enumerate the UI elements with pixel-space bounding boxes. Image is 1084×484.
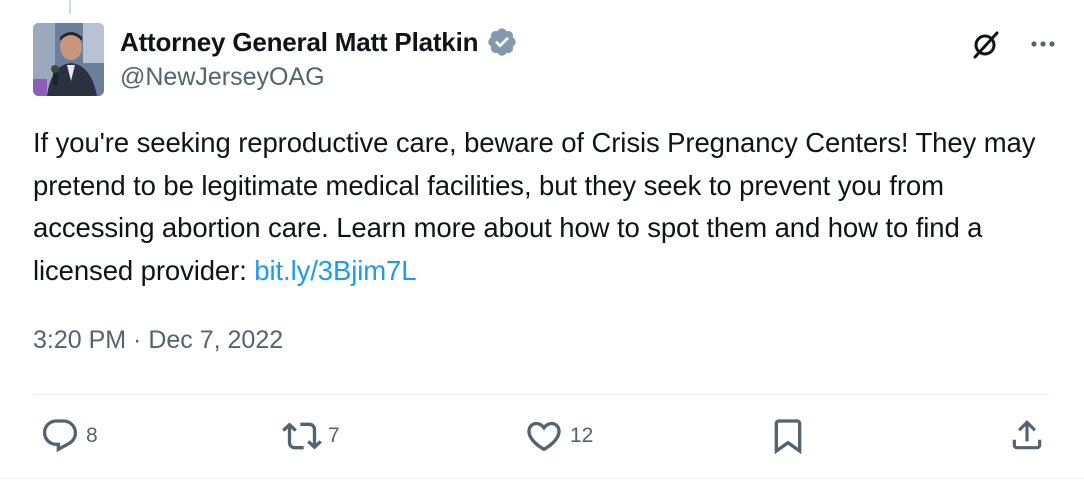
- tweet-body: If you're seeking reproductive care, bew…: [33, 127, 1036, 286]
- profile-photo: [33, 23, 104, 96]
- like-count: 12: [570, 424, 594, 447]
- tweet-timestamp[interactable]: 3:20 PM · Dec 7, 2022: [33, 326, 283, 355]
- avatar[interactable]: [33, 23, 104, 96]
- share-icon: [1012, 420, 1042, 450]
- divider: [33, 394, 1051, 395]
- reply-icon: [42, 419, 78, 453]
- bookmark-button[interactable]: [768, 416, 808, 456]
- bottom-divider: [0, 478, 1084, 479]
- like-button[interactable]: 12: [524, 416, 593, 456]
- reply-count: 8: [86, 424, 98, 447]
- thread-line: [69, 0, 71, 14]
- author-handle[interactable]: @NewJerseyOAG: [120, 63, 325, 92]
- heart-icon: [527, 421, 561, 452]
- tweet-text: If you're seeking reproductive care, bew…: [33, 122, 1063, 292]
- share-button[interactable]: [1008, 416, 1046, 454]
- retweet-icon: [282, 422, 322, 450]
- bookmark-icon: [774, 419, 802, 455]
- author-name-row: Attorney General Matt Platkin: [120, 26, 518, 58]
- more-options-icon: [1031, 41, 1055, 47]
- more-options-button[interactable]: [1030, 40, 1056, 48]
- top-actions: [970, 28, 1056, 60]
- verified-badge-icon[interactable]: [486, 26, 518, 58]
- reply-button[interactable]: 8: [40, 416, 98, 456]
- grok-button[interactable]: [970, 28, 1002, 60]
- tweet-link[interactable]: bit.ly/3Bjim7L: [254, 255, 416, 286]
- grok-icon: [973, 31, 999, 59]
- retweet-count: 7: [328, 424, 340, 447]
- author-display-name[interactable]: Attorney General Matt Platkin: [120, 27, 478, 58]
- retweet-button[interactable]: 7: [282, 416, 340, 456]
